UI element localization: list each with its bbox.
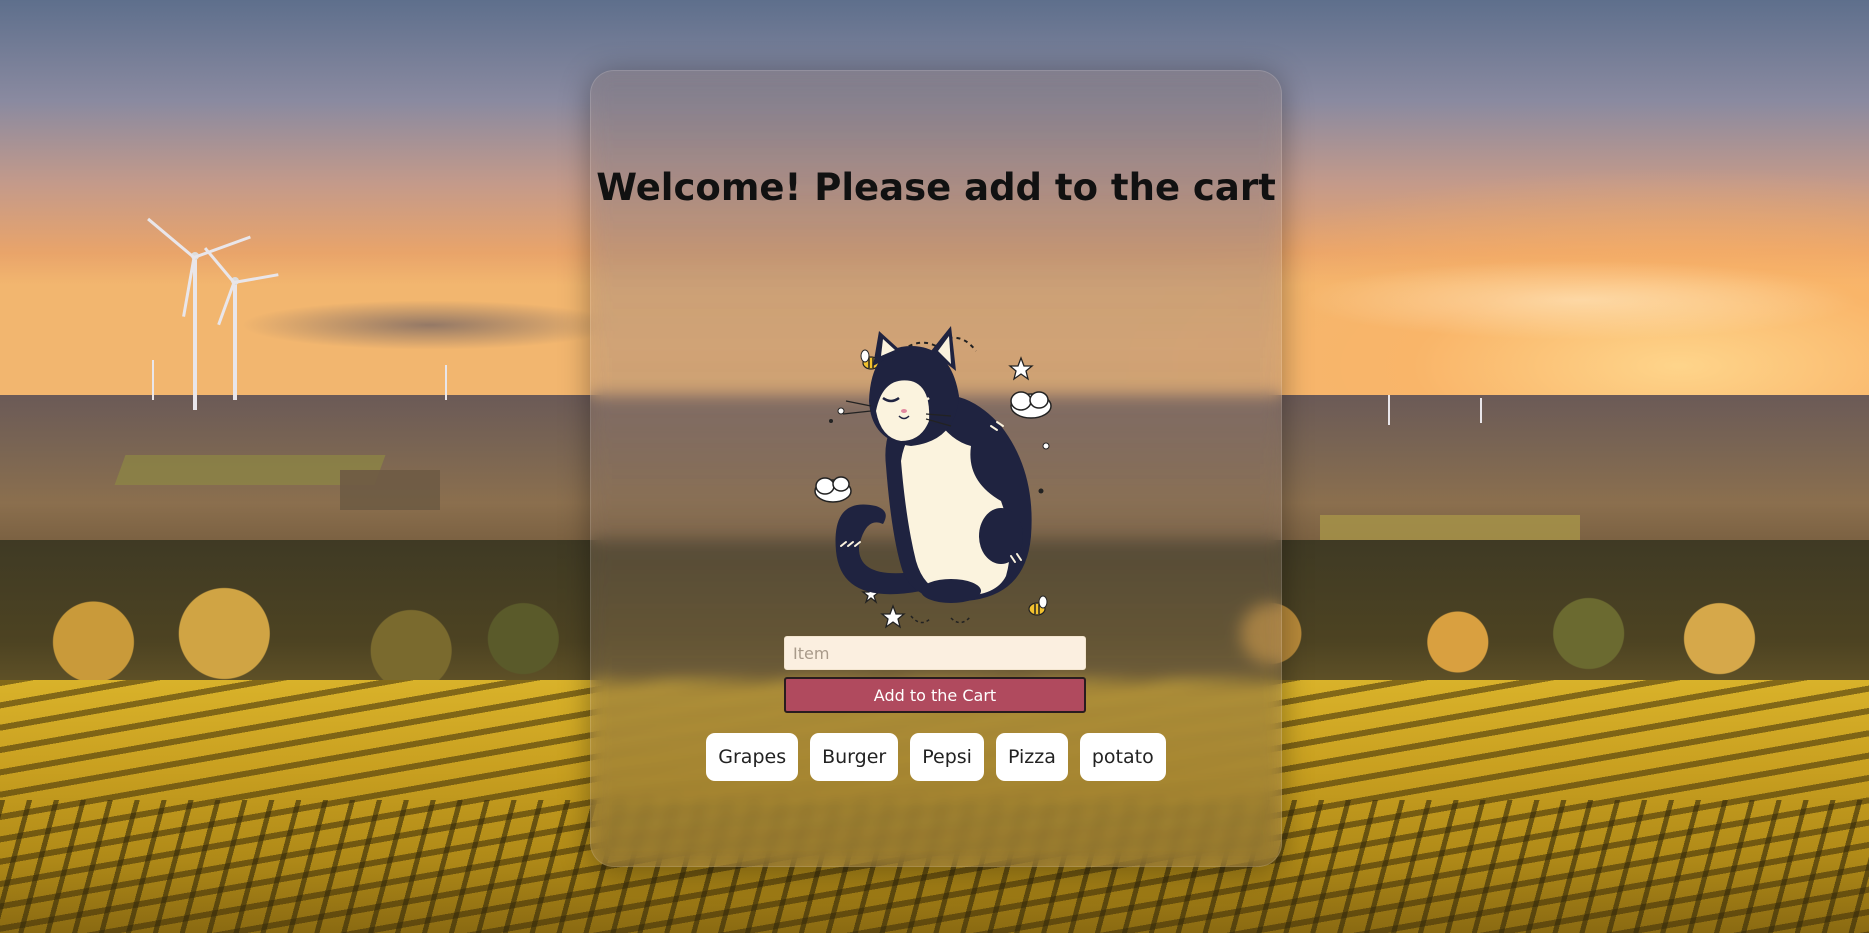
field	[340, 470, 440, 510]
wind-turbine-icon	[203, 247, 279, 400]
item-input[interactable]	[784, 636, 1086, 670]
cart-items-list: Grapes Burger Pepsi Pizza potato	[591, 733, 1281, 781]
add-to-cart-button[interactable]: Add to the Cart	[784, 677, 1086, 713]
cart-item-grapes[interactable]: Grapes	[706, 733, 799, 781]
cart-item-potato[interactable]: potato	[1079, 733, 1166, 781]
cat-illustration-icon	[801, 306, 1081, 636]
clouds	[1300, 260, 1860, 340]
wind-turbine-icon	[445, 365, 447, 400]
wind-turbine-icon	[1388, 395, 1390, 425]
cart-item-burger[interactable]: Burger	[810, 733, 899, 781]
page-title: Welcome! Please add to the cart	[596, 166, 1276, 209]
wind-turbine-icon	[1480, 398, 1482, 423]
wind-turbine-icon	[147, 217, 251, 410]
cart-item-pizza[interactable]: Pizza	[995, 733, 1068, 781]
wind-turbine-icon	[152, 360, 154, 400]
clouds	[240, 300, 620, 350]
cart-card: Welcome! Please add to the cart Item Add…	[590, 70, 1282, 867]
cart-item-pepsi[interactable]: Pepsi	[910, 733, 984, 781]
